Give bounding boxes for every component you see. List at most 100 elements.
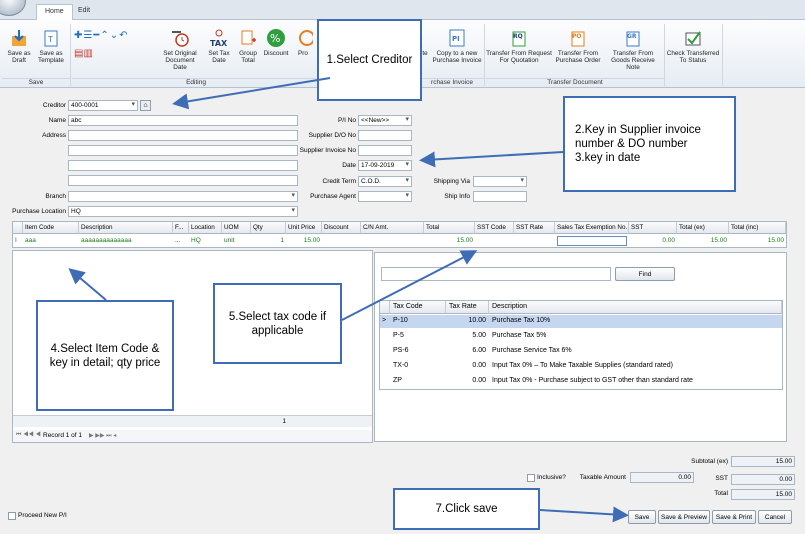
col-cn-amt[interactable]: C/N Amt.	[361, 222, 424, 234]
cell-f-ellipsis[interactable]: ...	[173, 235, 189, 247]
discount-button[interactable]: % Discount	[262, 28, 290, 57]
col-sst[interactable]: SST	[629, 222, 677, 234]
callout-step-4: 4.Select Item Code & key in detail; qty …	[36, 300, 174, 411]
ship-info-field[interactable]	[473, 191, 527, 202]
cell-description[interactable]: aaaaaaaaaaaaaa	[79, 235, 173, 247]
svg-text:PO: PO	[572, 33, 582, 40]
tax-desc-cell: Input Tax 0% - Purchase subject to GST o…	[492, 377, 693, 384]
col-item-code[interactable]: Item Code	[23, 222, 79, 234]
purchase-location-combo[interactable]: HQ	[68, 206, 298, 217]
cell-unit-price[interactable]: 15.00	[286, 235, 322, 247]
inclusive-checkbox[interactable]	[527, 474, 535, 482]
creditor-combo[interactable]: 400-0001	[68, 100, 138, 111]
cell-item-code[interactable]: aaa	[23, 235, 79, 247]
cell-sales-tax-exemption-editor[interactable]	[557, 236, 627, 246]
name-field[interactable]: abc	[68, 115, 298, 126]
table-row[interactable]: TX-0 0.00 Input Tax 0% – To Make Taxable…	[380, 360, 782, 373]
cell-sst-rate[interactable]	[514, 235, 555, 247]
list-icon[interactable]: ▥	[83, 48, 92, 59]
cell-discount[interactable]	[322, 235, 361, 247]
add-row-icon[interactable]: ✚	[74, 30, 83, 41]
cell-sst: 0.00	[662, 237, 675, 244]
group-total-button[interactable]: Group Total	[236, 28, 260, 64]
col-unit-price[interactable]: Unit Price	[286, 222, 322, 234]
save-as-template-button[interactable]: T Save as Template	[36, 28, 66, 64]
branch-label: Branch	[45, 193, 66, 200]
col-sales-tax-exemption[interactable]: Sales Tax Exemption No.	[555, 222, 629, 234]
col-tax-rate[interactable]: Tax Rate	[446, 301, 489, 314]
sst-total-value: 0.00	[731, 474, 795, 485]
purchase-agent-combo[interactable]	[358, 191, 412, 202]
address-line-4[interactable]	[68, 175, 298, 186]
callout-step-3-text: 3.key in date	[575, 152, 641, 164]
sst-total-label: SST	[715, 475, 728, 482]
cell-uom[interactable]: unit	[222, 235, 251, 247]
editing-toolbar-row: ✚☰━⌃⌄↶	[74, 30, 154, 42]
svg-text:%: %	[270, 32, 280, 45]
tab-home[interactable]: Home	[36, 4, 73, 20]
move-down-icon[interactable]: ⌄	[110, 30, 119, 41]
set-tax-date-button[interactable]: TAX Set Tax Date	[204, 28, 234, 64]
check-transferred-button[interactable]: Check Transferred To Status	[666, 28, 720, 64]
grn-doc-icon: GR	[626, 31, 640, 47]
find-button[interactable]: Find	[615, 267, 675, 281]
proceed-new-pi-checkbox[interactable]	[8, 512, 16, 520]
insert-row-icon[interactable]: ☰	[83, 30, 93, 41]
credit-term-combo[interactable]: C.O.D.	[358, 176, 412, 187]
cell-sst-code[interactable]	[475, 235, 514, 247]
transfer-from-po-button[interactable]: PO Transfer From Purchase Order	[554, 28, 602, 64]
col-tax-code[interactable]: Tax Code	[390, 301, 446, 314]
table-row[interactable]: ZP 0.00 Input Tax 0% - Purchase subject …	[380, 375, 782, 388]
cancel-button[interactable]: Cancel	[758, 510, 792, 524]
transfer-from-request-button[interactable]: RQ Transfer From Request For Quotation	[486, 28, 552, 64]
col-tax-description[interactable]: Description	[489, 301, 782, 314]
save-print-button[interactable]: Save & Print	[712, 510, 756, 524]
lookup-search-input[interactable]	[381, 267, 611, 281]
record-navigator: ⏮ ◀◀ ◀ Record 1 of 1 ▶ ▶▶ ⏭ ◂	[13, 430, 372, 442]
col-location[interactable]: Location	[189, 222, 222, 234]
nav-first-prev-icons[interactable]: ⏮ ◀◀ ◀	[16, 432, 41, 439]
col-sst-code[interactable]: SST Code	[475, 222, 514, 234]
date-picker[interactable]: 17-09-2019	[358, 160, 412, 171]
copy-to-new-pi-button[interactable]: PI Copy to a new Purchase Invoice	[432, 28, 482, 64]
branch-combo[interactable]	[68, 191, 298, 202]
address-line-2[interactable]	[68, 145, 298, 156]
col-sst-rate[interactable]: SST Rate	[514, 222, 555, 234]
nav-next-last-icons[interactable]: ▶ ▶▶ ⏭ ◂	[89, 432, 116, 440]
app-menu-button[interactable]	[0, 0, 26, 16]
cell-cn-amt[interactable]	[361, 235, 424, 247]
col-uom[interactable]: UOM	[222, 222, 251, 234]
cell-qty[interactable]: 1	[251, 235, 286, 247]
set-original-date-button[interactable]: Set Original Document Date	[160, 28, 200, 71]
col-description[interactable]: Description	[79, 222, 173, 234]
cell-total-ex: 15.00	[710, 237, 727, 244]
table-row[interactable]: PS-6 6.00 Purchase Service Tax 6%	[380, 345, 782, 358]
col-discount[interactable]: Discount	[322, 222, 361, 234]
col-total[interactable]: Total	[424, 222, 475, 234]
col-total-ex[interactable]: Total (ex)	[677, 222, 729, 234]
supplier-invoice-field[interactable]	[358, 145, 412, 156]
save-preview-button[interactable]: Save & Preview	[658, 510, 710, 524]
move-up-icon[interactable]: ⌃	[100, 30, 109, 41]
creditor-lookup-icon[interactable]: ⌂	[140, 100, 151, 111]
transfer-from-grn-button[interactable]: GR Transfer From Goods Receive Note	[604, 28, 662, 71]
shipping-via-combo[interactable]	[473, 176, 527, 187]
undo-icon[interactable]: ↶	[119, 30, 128, 41]
subtotal-value: 15.00	[731, 456, 795, 467]
pro-button[interactable]: Pro	[292, 28, 314, 57]
save-button[interactable]: Save	[628, 510, 656, 524]
tab-edit[interactable]: Edit	[70, 4, 98, 20]
col-total-inc[interactable]: Total (inc)	[729, 222, 786, 234]
col-qty[interactable]: Qty	[251, 222, 286, 234]
supplier-do-field[interactable]	[358, 130, 412, 141]
pi-no-combo[interactable]: <<New>>	[358, 115, 412, 126]
address-line-1[interactable]	[68, 130, 298, 141]
table-row[interactable]: P-5 5.00 Purchase Tax 5%	[380, 330, 782, 343]
address-line-3[interactable]	[68, 160, 298, 171]
table-row[interactable]: > P-10 10.00 Purchase Tax 10%	[380, 315, 782, 328]
svg-text:GR: GR	[627, 33, 637, 40]
cell-location[interactable]: HQ	[189, 235, 222, 247]
editing-toolbar-row-2: ▤▥	[74, 48, 104, 60]
col-f[interactable]: F...	[173, 222, 189, 234]
save-as-draft-button[interactable]: Save as Draft	[4, 28, 34, 64]
